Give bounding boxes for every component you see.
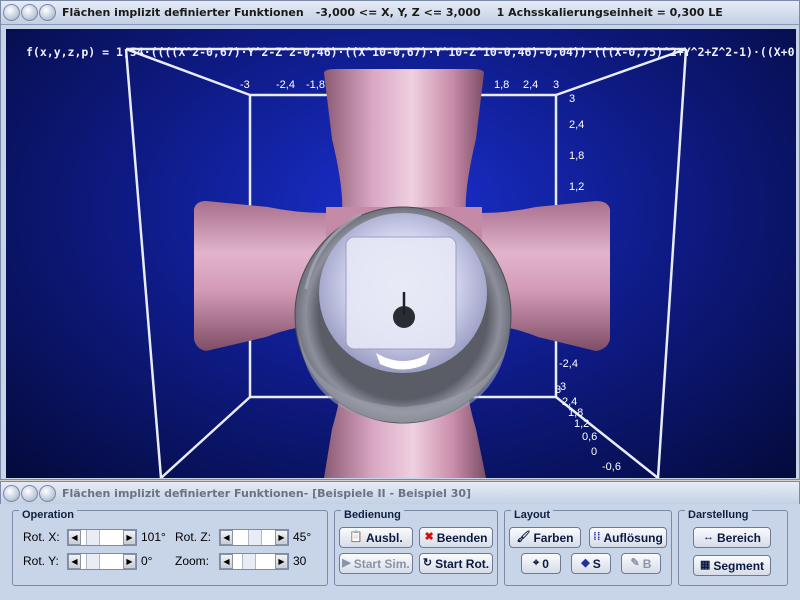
beenden-label: Beenden <box>436 530 488 545</box>
aufloesung-button[interactable]: ⁞⁞ Auflösung <box>589 527 667 548</box>
segment-label: Segment <box>713 558 765 573</box>
right-tick: 1,2 <box>569 181 585 193</box>
window-maximize-button[interactable] <box>39 4 56 21</box>
control-window-title: Flächen implizit definierter Funktionen <box>62 487 304 500</box>
clipboard-icon: 📋 <box>349 531 364 543</box>
right-tick: 3 <box>569 93 576 105</box>
farben-label: Farben <box>533 530 574 545</box>
depth-tick: -0,6 <box>602 461 621 473</box>
plot-window: Flächen implizit definierter Funktionen … <box>0 0 800 480</box>
plot-window-titlebar[interactable]: Flächen implizit definierter Funktionen … <box>1 1 799 25</box>
bereich-button[interactable]: ↔ Bereich <box>693 527 771 548</box>
bedienung-group: Bedienung 📋 Ausbl. ✖ Beenden ▶ Start Sim… <box>334 509 498 586</box>
paint-brush-icon: 🖌 <box>516 531 531 543</box>
start-rot-button[interactable]: ↻ Start Rot. <box>419 553 493 574</box>
control-window-titlebar[interactable]: Flächen implizit definierter Funktionen … <box>1 482 799 506</box>
zoom-label: Zoom: <box>175 554 210 568</box>
depth-tick: 0 <box>591 446 598 458</box>
zoom-value: 30 <box>293 554 307 568</box>
zoom-slider[interactable]: ◀ ▶ <box>219 553 289 570</box>
s-label: S <box>592 556 601 571</box>
function-formula: f(x,y,z,p) = 1,54·((((X^2-0,67)·Y^2-Z^2-… <box>26 45 796 59</box>
paint-bucket-icon: ◆ <box>581 557 590 569</box>
3d-plot-area[interactable]: f(x,y,z,p) = 1,54·((((X^2-0,67)·Y^2-Z^2-… <box>6 29 796 478</box>
resolution-icon: ⁞⁞ <box>593 531 601 543</box>
top-tick: -3 <box>240 79 250 91</box>
rot-y-value: 0° <box>141 554 153 568</box>
window-close-button[interactable] <box>3 4 20 21</box>
slider-left-arrow-icon[interactable]: ◀ <box>220 530 233 545</box>
rot-y-label: Rot. Y: <box>23 554 59 568</box>
slider-thumb[interactable] <box>242 554 256 569</box>
b-label: B <box>642 556 652 571</box>
slider-thumb[interactable] <box>248 530 262 545</box>
right-tick: 1,8 <box>569 150 585 162</box>
b-button[interactable]: ✎ B <box>621 553 661 574</box>
control-panel: Operation Rot. X: ◀ ▶ 101° Rot. Z: ◀ ▶ 4… <box>0 504 800 600</box>
control-window-subtitle: - [Beispiele II - Beispiel 30] <box>303 487 472 500</box>
slider-left-arrow-icon[interactable]: ◀ <box>68 554 81 569</box>
slider-right-arrow-icon[interactable]: ▶ <box>123 554 136 569</box>
operation-title: Operation <box>19 509 77 521</box>
zero-button[interactable]: ⌖ 0 <box>521 553 561 574</box>
window-close-button[interactable] <box>3 485 20 502</box>
top-tick: 1,8 <box>494 79 510 91</box>
rotate-icon: ↻ <box>422 557 433 569</box>
ausbl-button[interactable]: 📋 Ausbl. <box>339 527 413 548</box>
slider-right-arrow-icon[interactable]: ▶ <box>123 530 136 545</box>
crosshair-icon: ⌖ <box>533 557 540 569</box>
range-arrows-icon: ↔ <box>702 531 714 543</box>
rot-x-slider[interactable]: ◀ ▶ <box>67 529 137 546</box>
window-scale: 1 Achsskalierungseinheit = 0,300 LE <box>496 6 723 19</box>
top-tick: -1,8 <box>306 79 325 91</box>
window-range: -3,000 <= X, Y, Z <= 3,000 <box>315 6 481 19</box>
right-tick: 2,4 <box>569 119 585 131</box>
window-minimize-button[interactable] <box>21 4 38 21</box>
rot-y-slider[interactable]: ◀ ▶ <box>67 553 137 570</box>
beenden-button[interactable]: ✖ Beenden <box>419 527 493 548</box>
zero-label: 0 <box>542 556 549 571</box>
ausbl-label: Ausbl. <box>366 530 403 545</box>
start-sim-button[interactable]: ▶ Start Sim. <box>339 553 413 574</box>
top-tick: 3 <box>553 79 560 91</box>
slider-right-arrow-icon[interactable]: ▶ <box>275 554 288 569</box>
top-tick: 2,4 <box>523 79 539 91</box>
depth-tick: 3 <box>560 381 567 393</box>
start-sim-label: Start Sim. <box>353 556 410 571</box>
layout-title: Layout <box>511 509 554 521</box>
surface-render <box>124 47 688 478</box>
window-minimize-button[interactable] <box>21 485 38 502</box>
rot-z-label: Rot. Z: <box>175 530 212 544</box>
grid-icon: ▦ <box>699 559 711 571</box>
darstellung-group: Darstellung ↔ Bereich ▦ Segment <box>678 509 788 586</box>
window-maximize-button[interactable] <box>39 485 56 502</box>
rot-x-label: Rot. X: <box>23 530 60 544</box>
play-icon: ▶ <box>342 557 351 569</box>
bedienung-title: Bedienung <box>341 509 404 521</box>
slider-thumb[interactable] <box>86 530 100 545</box>
bereich-label: Bereich <box>716 530 762 545</box>
farben-button[interactable]: 🖌 Farben <box>509 527 581 548</box>
slider-left-arrow-icon[interactable]: ◀ <box>68 530 81 545</box>
segment-button[interactable]: ▦ Segment <box>693 555 771 576</box>
slider-right-arrow-icon[interactable]: ▶ <box>275 530 288 545</box>
slider-thumb[interactable] <box>86 554 100 569</box>
aufloesung-label: Auflösung <box>603 530 663 545</box>
darstellung-title: Darstellung <box>685 509 752 521</box>
slider-left-arrow-icon[interactable]: ◀ <box>220 554 233 569</box>
top-tick: -2,4 <box>276 79 295 91</box>
s-button[interactable]: ◆ S <box>571 553 611 574</box>
close-x-icon: ✖ <box>424 531 434 543</box>
depth-tick: 0,6 <box>582 431 598 443</box>
right-tick: -2,4 <box>559 358 578 370</box>
rot-z-value: 45° <box>293 530 312 544</box>
start-rot-label: Start Rot. <box>435 556 490 571</box>
pencil-icon: ✎ <box>630 557 640 569</box>
window-title: Flächen implizit definierter Funktionen <box>62 6 304 19</box>
layout-group: Layout 🖌 Farben ⁞⁞ Auflösung ⌖ 0 ◆ S ✎ B <box>504 509 672 586</box>
rot-x-value: 101° <box>141 530 166 544</box>
operation-group: Operation Rot. X: ◀ ▶ 101° Rot. Z: ◀ ▶ 4… <box>12 509 328 586</box>
rot-z-slider[interactable]: ◀ ▶ <box>219 529 289 546</box>
depth-tick: 1,2 <box>574 418 590 430</box>
